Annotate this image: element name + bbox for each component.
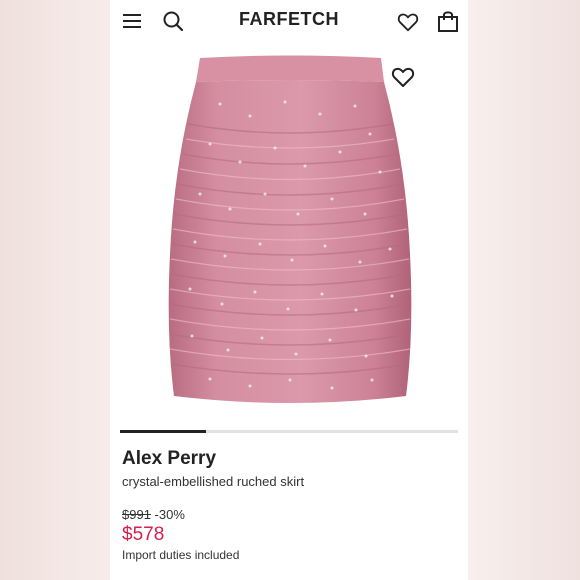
original-price: $991	[122, 507, 151, 522]
app-header: FARFETCH	[110, 0, 468, 44]
background-right	[468, 0, 580, 580]
image-carousel-indicator[interactable]	[120, 430, 458, 433]
add-to-wishlist-icon[interactable]	[391, 66, 415, 88]
wishlist-icon[interactable]	[397, 11, 419, 33]
skirt-image	[168, 55, 412, 403]
price-row: $991 -30%	[122, 507, 185, 522]
carousel-active-segment	[120, 430, 206, 433]
discount-badge: -30%	[154, 507, 185, 522]
app-screen: FARFETCH Alex Perry crystal-embellished …	[110, 0, 468, 580]
product-brand[interactable]: Alex Perry	[122, 448, 216, 470]
product-name: crystal-embellished ruched skirt	[122, 474, 305, 489]
bag-icon[interactable]	[437, 9, 459, 33]
product-image[interactable]	[110, 44, 468, 424]
duties-note: Import duties included	[122, 548, 240, 562]
background-left	[0, 0, 110, 580]
sale-price: $578	[122, 524, 165, 545]
